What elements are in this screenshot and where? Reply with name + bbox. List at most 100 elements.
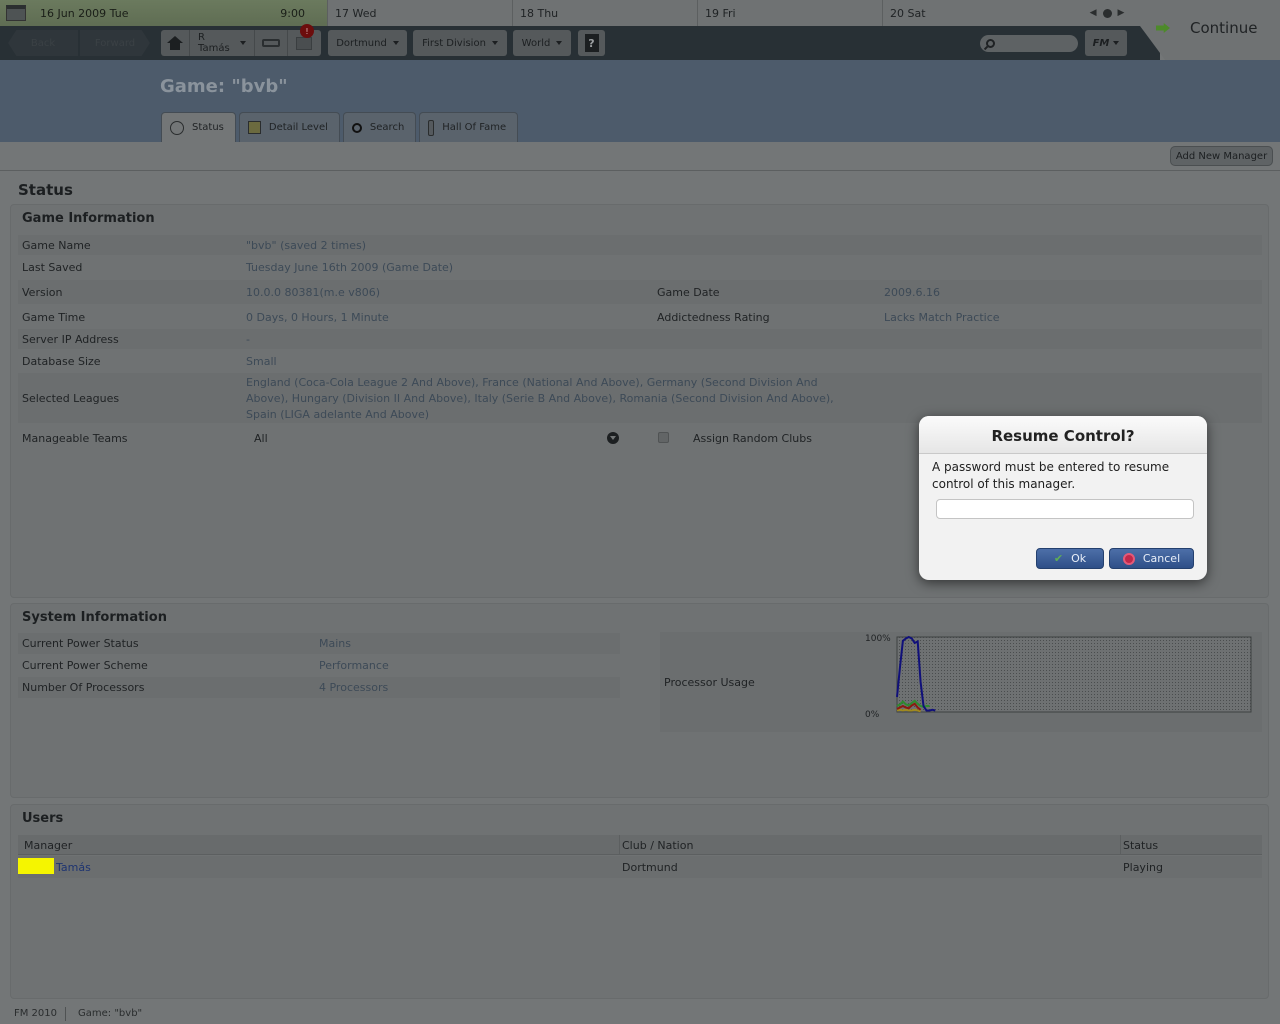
plot-area (896, 636, 1252, 713)
panel-title: Game Information (22, 211, 155, 226)
tab-status[interactable]: Status (161, 112, 236, 142)
resume-control-dialog: Resume Control? A password must be enter… (919, 416, 1207, 580)
chevron-down-icon[interactable] (607, 432, 619, 444)
chevron-down-icon (556, 41, 563, 45)
add-new-manager-button[interactable]: Add New Manager (1170, 146, 1273, 166)
row-label: Manageable Teams (22, 431, 128, 445)
info-row: Last Saved Tuesday June 16th 2009 (Game … (18, 257, 1262, 277)
calendar-day[interactable]: 18 Thu (512, 0, 697, 26)
app-version: FM 2010 (14, 1008, 58, 1019)
forward-button[interactable]: Forward (80, 30, 150, 56)
info-row: Current Power Status Mains (18, 633, 620, 654)
processor-usage-chart: 100% 0% (865, 634, 1252, 720)
row-label: Game Name (22, 238, 91, 252)
checkmark-icon: ✔ (1053, 552, 1064, 565)
row-label: Version (22, 285, 63, 299)
inbox-icon (262, 39, 280, 47)
chevron-down-icon (491, 41, 498, 45)
calendar-today[interactable]: 16 Jun 2009 Tue 9:00 (0, 0, 327, 26)
today-dot-icon[interactable] (1102, 8, 1112, 18)
y-tick-label: 0% (865, 710, 880, 720)
world-menu[interactable]: World (513, 30, 571, 56)
processor-usage-label: Processor Usage (664, 676, 755, 689)
help-icon: ? (584, 34, 599, 52)
y-tick-label: 100% (865, 634, 891, 644)
club-cell[interactable]: Dortmund (622, 861, 678, 874)
cancel-label: Cancel (1142, 552, 1181, 565)
column-divider[interactable] (1120, 835, 1121, 855)
fm-menu-button[interactable]: FM (1085, 30, 1127, 56)
row-value: Small (246, 354, 277, 368)
column-header-manager[interactable]: Manager (24, 839, 72, 852)
calendar-nav: ◀ ▶ (1067, 0, 1147, 26)
assign-random-clubs-checkbox[interactable] (658, 432, 669, 443)
calendar-icon[interactable] (6, 5, 26, 21)
continue-button[interactable]: Continue (1150, 10, 1280, 46)
chevron-down-icon (1113, 41, 1120, 45)
calendar-day[interactable]: 17 Wed (327, 0, 512, 26)
row-label: Server IP Address (22, 332, 119, 346)
clock-icon (170, 120, 184, 135)
help-button[interactable]: ? (578, 30, 605, 56)
world-menu-label: World (521, 37, 551, 49)
current-time: 9:00 (280, 6, 305, 20)
row-label: Current Power Status (22, 637, 139, 650)
column-header-club[interactable]: Club / Nation (622, 839, 693, 852)
panel-title: Users (22, 811, 64, 826)
next-arrow-icon[interactable]: ▶ (1118, 8, 1125, 18)
competition-menu[interactable]: First Division (413, 30, 507, 56)
notification-badge: ! (300, 24, 314, 38)
ok-button[interactable]: ✔ Ok (1036, 548, 1104, 569)
club-menu[interactable]: Dortmund (328, 30, 407, 56)
home-button[interactable] (161, 30, 189, 56)
info-row: Game Time 0 Days, 0 Hours, 1 Minute Addi… (18, 306, 1262, 328)
arrow-right-icon (1156, 23, 1170, 33)
search-input[interactable] (980, 35, 1078, 52)
calendar-day[interactable]: 19 Fri (697, 0, 882, 26)
row-value: 0 Days, 0 Hours, 1 Minute (246, 310, 389, 324)
row-label: Current Power Scheme (22, 659, 148, 672)
manager-link[interactable]: Tamás (56, 861, 91, 874)
club-menu-label: Dortmund (336, 37, 387, 49)
column-divider[interactable] (619, 835, 620, 855)
info-row: Server IP Address - (18, 329, 1262, 349)
info-row: Number Of Processors 4 Processors (18, 677, 620, 698)
tab-hall-of-fame[interactable]: Hall Of Fame (419, 112, 519, 142)
continue-label: Continue (1190, 19, 1258, 37)
dialog-title: Resume Control? (919, 416, 1207, 454)
row-label: Game Date (657, 285, 720, 299)
tab-search[interactable]: Search (342, 112, 417, 142)
news-icon (296, 36, 312, 50)
tab-detail-level[interactable]: Detail Level (238, 112, 340, 142)
back-button[interactable]: Back (8, 30, 78, 56)
row-label: Addictedness Rating (657, 310, 770, 324)
ok-label: Ok (1071, 552, 1087, 565)
calendar-day[interactable]: 20 Sat (882, 0, 1067, 26)
info-row: Database Size Small (18, 351, 1262, 371)
prev-arrow-icon[interactable]: ◀ (1090, 8, 1097, 18)
info-row: Version 10.0.0 80381(m.e v806) Game Date… (18, 280, 1262, 304)
table-row[interactable]: Tamás Dortmund Playing (18, 856, 1262, 878)
manager-menu[interactable]: R Tamás (190, 30, 254, 56)
status-cell: Playing (1123, 861, 1163, 874)
manageable-teams-select[interactable]: All (254, 432, 268, 445)
info-row: Game Name "bvb" (saved 2 times) (18, 235, 1262, 255)
inbox-button[interactable] (255, 30, 287, 56)
sub-toolbar (0, 142, 1280, 171)
tab-label: Hall Of Fame (442, 122, 507, 133)
row-value: "bvb" (saved 2 times) (246, 238, 366, 252)
column-header-status[interactable]: Status (1123, 839, 1158, 852)
row-value: Mains (319, 637, 351, 650)
table-header: Manager Club / Nation Status (18, 835, 1262, 855)
current-date: 16 Jun 2009 Tue (40, 6, 129, 20)
password-input[interactable] (936, 499, 1194, 519)
manager-menu-label: R Tamás (198, 32, 230, 54)
page-title: Game: "bvb" (160, 76, 288, 97)
tab-label: Detail Level (268, 122, 328, 133)
cancel-button[interactable]: Cancel (1109, 548, 1194, 569)
row-label: Selected Leagues (22, 391, 120, 405)
assign-random-clubs-label: Assign Random Clubs (693, 431, 812, 445)
info-row: Current Power Scheme Performance (18, 655, 620, 676)
news-button[interactable]: ! (288, 24, 320, 56)
tab-bar: Status Detail Level Search Hall Of Fame (161, 112, 519, 142)
